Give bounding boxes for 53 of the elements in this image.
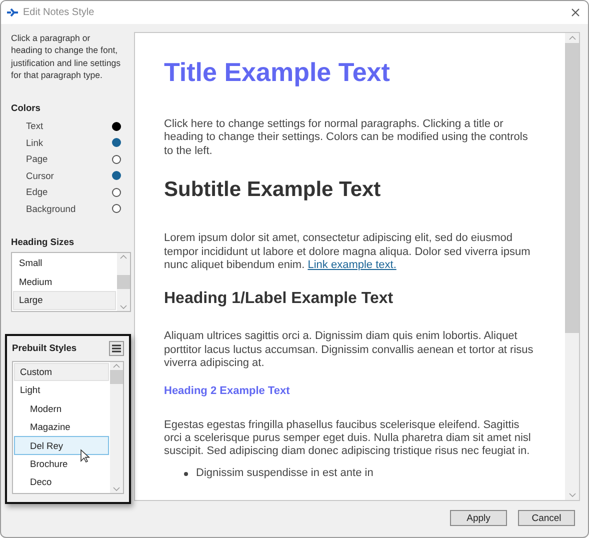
- color-label: Link: [26, 138, 44, 148]
- section-title: Heading Sizes: [11, 237, 76, 248]
- paragraph-sample[interactable]: Lorem ipsum dolor sit amet, consectetur adipiscing elit, sed do eiusmod tempor incididunt ut labore et dolore magna aliqua. Dolor sed viverra ipsum nunc aliquet bibendum enim. Link example text.: [164, 232, 535, 272]
- scroll-down-icon[interactable]: [568, 493, 576, 497]
- scroll-up-icon[interactable]: [568, 36, 576, 40]
- sample-link[interactable]: Link example text.: [308, 259, 396, 272]
- color-swatch[interactable]: [112, 154, 121, 164]
- list-item[interactable]: Large: [13, 291, 116, 310]
- scroll-thumb[interactable]: [565, 43, 579, 333]
- color-label: Page: [26, 154, 48, 164]
- color-label: Edge: [26, 187, 48, 198]
- menu-icon: [112, 344, 121, 353]
- paragraph-sample[interactable]: Click here to change settings for normal paragraphs. Clicking a title or heading to change their settings. Colors can be modified using the controls to the left.: [164, 118, 535, 158]
- scroll-down-icon[interactable]: [113, 486, 120, 491]
- heading-size-list[interactable]: Small Medium Large: [11, 252, 131, 312]
- paragraph-sample[interactable]: Egestas egestas fringilla phasellus faucibus scelerisque eleifend. Sagittis orci a scelerisque purus semper eget duis. Nulla pharetra diam sit amet nisl suscipit. Sed adipiscing diam donec adipiscing tristique risus nec feugiat in.: [164, 418, 535, 459]
- scroll-up-icon[interactable]: [113, 364, 120, 368]
- section-title: Colors: [11, 103, 42, 114]
- heading-sample[interactable]: Heading 1/Label Example Text: [164, 290, 535, 308]
- color-swatch[interactable]: [112, 171, 121, 180]
- app-icon: [7, 8, 18, 17]
- dialog-button[interactable]: Apply: [450, 510, 507, 526]
- scrollbar[interactable]: [110, 362, 123, 493]
- scrollbar[interactable]: [117, 253, 130, 311]
- list-item[interactable]: Custom: [14, 362, 109, 382]
- bullet-text[interactable]: Dignissim suspendisse in est ante in: [196, 466, 374, 479]
- prebuilt-style-list[interactable]: Custom Light Modern Magazine Del Rey Brochure Deco: [12, 360, 124, 494]
- paragraph-sample[interactable]: Aliquam ultrices sagittis orci a. Dignissim diam quis enim lobortis. Aliquet porttitor lacus luctus accumsan. Dignissim convallis aenean et tortor at risus viverra adipiscing at.: [164, 330, 535, 371]
- window-title: Edit Notes Style: [23, 7, 96, 18]
- color-swatch[interactable]: [112, 188, 121, 197]
- color-label: Text: [26, 121, 44, 132]
- scrollbar[interactable]: [565, 33, 579, 500]
- color-label: Background: [26, 204, 76, 214]
- scroll-up-icon[interactable]: [120, 255, 127, 260]
- scroll-thumb[interactable]: [117, 274, 130, 289]
- heading-sample[interactable]: Heading 2 Example Text: [164, 384, 535, 397]
- cursor-icon: [80, 448, 90, 463]
- color-swatch[interactable]: [112, 204, 121, 214]
- menu-button[interactable]: [109, 340, 124, 356]
- style-preview[interactable]: [134, 32, 580, 501]
- title-sample[interactable]: Title Example Text: [164, 57, 535, 88]
- bullet-icon: [184, 472, 188, 476]
- scroll-thumb[interactable]: [110, 370, 123, 384]
- color-label: Cursor: [26, 170, 54, 181]
- list-item[interactable]: Del Rey: [14, 436, 109, 455]
- color-swatch[interactable]: [112, 138, 121, 148]
- scroll-down-icon[interactable]: [120, 304, 127, 309]
- close-icon[interactable]: [571, 8, 580, 17]
- section-title: Prebuilt Styles: [12, 343, 77, 354]
- dialog-button[interactable]: Cancel: [518, 510, 575, 526]
- subtitle-sample[interactable]: Subtitle Example Text: [164, 178, 535, 202]
- instructions-text: Click a paragraph or heading to change the font, justification and line settings for that paragraph type.: [11, 32, 122, 82]
- color-swatch[interactable]: [112, 122, 121, 131]
